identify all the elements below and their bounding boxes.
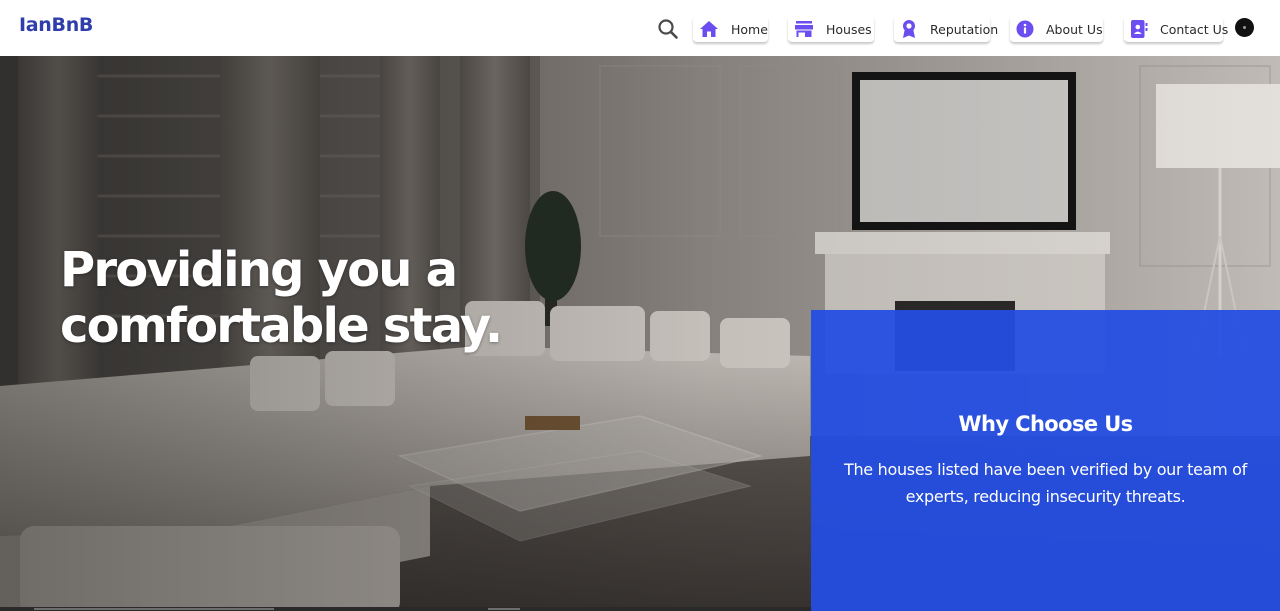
nav-contact-button[interactable]: Contact Us bbox=[1124, 16, 1228, 42]
hero-title-line-2: comfortable stay. bbox=[60, 298, 503, 354]
nav-home-button[interactable]: Home bbox=[693, 16, 768, 42]
nav-houses-label: Houses bbox=[826, 21, 872, 37]
hero-title-line-1: Providing you a bbox=[60, 242, 458, 298]
nav-houses-button[interactable]: Houses bbox=[788, 16, 874, 42]
nav-reputation-button[interactable]: Reputation bbox=[894, 16, 998, 42]
nav-about-label: About Us bbox=[1046, 21, 1103, 37]
nav-contact-label: Contact Us bbox=[1160, 21, 1229, 37]
home-icon bbox=[699, 19, 719, 39]
hero-title: Providing you a comfortable stay. bbox=[60, 242, 620, 354]
nav-reputation-label: Reputation bbox=[930, 21, 999, 37]
contact-card-icon bbox=[1130, 19, 1148, 39]
store-icon bbox=[794, 19, 814, 39]
navbar: IanBnB Home Houses Reputation About Us C… bbox=[0, 0, 1280, 56]
why-choose-us-text: The houses listed have been verified by … bbox=[843, 460, 1248, 506]
search-icon[interactable] bbox=[657, 18, 679, 40]
hero-section: Providing you a comfortable stay. Why Ch… bbox=[0, 56, 1280, 611]
nav-about-button[interactable]: About Us bbox=[1010, 16, 1103, 42]
brand-logo[interactable]: IanBnB bbox=[19, 14, 93, 36]
avatar-icon[interactable] bbox=[1235, 18, 1254, 37]
why-choose-us-panel: Why Choose Us The houses listed have bee… bbox=[811, 310, 1280, 611]
why-choose-us-title: Why Choose Us bbox=[958, 412, 1133, 436]
bottom-strip bbox=[0, 607, 811, 611]
award-icon bbox=[900, 19, 918, 39]
info-icon bbox=[1016, 19, 1034, 39]
nav-home-label: Home bbox=[731, 21, 768, 37]
